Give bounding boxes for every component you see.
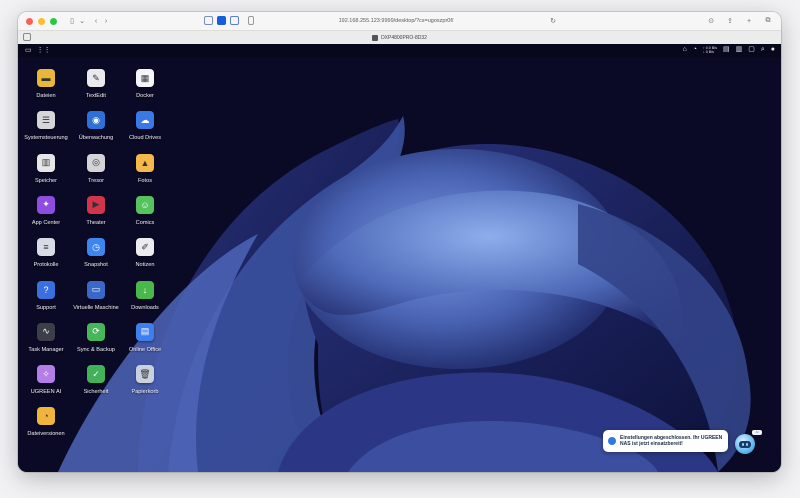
theater-icon: ▶ xyxy=(87,195,105,214)
download-speed: ↓ 0 B/s xyxy=(702,50,714,54)
tab-group-icon[interactable] xyxy=(23,33,31,41)
file-versions-icon: ◔ xyxy=(37,407,55,426)
url-text: 192.168.255.123:9999/desktop/?cs=ugoszpr… xyxy=(338,18,454,24)
sidebar-toggle-icon[interactable]: ▯ xyxy=(67,16,77,26)
download-icon[interactable]: ⊙ xyxy=(706,16,716,26)
textedit-icon: ✎ xyxy=(87,69,105,87)
user-icon[interactable]: ● xyxy=(771,46,775,54)
tabs-overview-icon[interactable]: ⧉ xyxy=(763,16,773,26)
forward-icon[interactable]: › xyxy=(101,16,111,26)
app-label: Online Office xyxy=(128,346,162,353)
cloud-drive-icon: ☁ xyxy=(136,111,154,130)
window-controls xyxy=(26,17,57,25)
app-file-versions[interactable]: ◔ Dateiversionen xyxy=(18,407,76,437)
info-icon xyxy=(608,437,616,445)
vm-icon: ▭ xyxy=(87,280,105,299)
new-tab-icon[interactable]: + xyxy=(744,16,754,26)
favicon-icon xyxy=(372,34,379,41)
app-label: Notizen xyxy=(135,262,155,269)
close-button[interactable] xyxy=(26,17,33,25)
chevron-down-icon[interactable]: ⌄ xyxy=(77,16,87,26)
snapshot-icon: ◷ xyxy=(87,238,105,257)
app-grid-icon[interactable]: ⋮⋮ xyxy=(37,47,51,55)
reload-icon[interactable]: ↻ xyxy=(548,16,558,26)
control-panel-icon: ☰ xyxy=(37,111,55,130)
network-speed: ↑ 0.0 B/s ↓ 0 B/s xyxy=(703,46,717,54)
app-label: Papierkorb xyxy=(131,389,159,396)
app-comics[interactable]: ☺ Comics xyxy=(115,195,175,226)
app-label: Cloud Drives xyxy=(128,135,162,142)
app-cloud-drive[interactable]: ☁ Cloud Drives xyxy=(115,111,175,141)
camera-icon: ◉ xyxy=(87,111,105,130)
notification-toast[interactable]: Einstellungen abgeschlossen. Ihr UGREEN … xyxy=(603,430,728,452)
app-online-office[interactable]: ▤ Online Office xyxy=(115,322,175,353)
storage-icon: ▥ xyxy=(37,153,55,172)
browser-toolbar: ▯ ⌄ ‹ › 192.168.255.123:9999/desktop/?cs… xyxy=(18,12,781,30)
photos-icon: ▲ xyxy=(136,153,154,172)
logs-icon: ≡ xyxy=(37,238,55,257)
support-icon: ? xyxy=(37,280,55,299)
nas-top-bar: ▭ ⋮⋮ ⌂ ◔ ↑ 0.0 B/s ↓ 0 B/s ▤ ▥ ▢ ⌕ ● xyxy=(18,44,781,57)
app-docker[interactable]: ▦ Docker xyxy=(115,69,175,99)
nas-desktop: ▭ ⋮⋮ ⌂ ◔ ↑ 0.0 B/s ↓ 0 B/s ▤ ▥ ▢ ⌕ ● ▬ Da… xyxy=(18,44,781,472)
app-label: Dateiversionen xyxy=(27,431,65,438)
app-center-icon: ✦ xyxy=(37,195,55,214)
task-icon[interactable]: ▥ xyxy=(736,46,743,54)
downloads-icon: ↓ xyxy=(136,280,154,299)
network-icon[interactable]: ◔ xyxy=(693,46,697,54)
share-icon[interactable]: ⇪ xyxy=(725,16,735,26)
widgets-icon[interactable]: ▤ xyxy=(723,46,730,54)
task-manager-icon: ∿ xyxy=(37,322,55,341)
sync-backup-icon: ⟳ xyxy=(87,322,105,341)
app-trash[interactable]: 🗑 Papierkorb xyxy=(115,365,175,395)
app-label: Fotos xyxy=(138,177,152,184)
comics-icon: ☺ xyxy=(136,195,154,214)
security-icon: ✓ xyxy=(87,365,105,384)
assistant-robot-icon[interactable] xyxy=(735,434,755,454)
maximize-button[interactable] xyxy=(50,17,57,25)
app-label: Comics xyxy=(135,219,155,226)
upload-status-icon[interactable]: ⌂ xyxy=(683,46,687,54)
notification-icon[interactable]: ▢ xyxy=(748,46,755,54)
trash-icon: 🗑 xyxy=(136,365,154,384)
notes-icon: ✐ xyxy=(136,238,154,257)
tab-bar: DXP4800PRO-8D32 xyxy=(18,30,781,45)
app-photos[interactable]: ▲ Fotos xyxy=(115,153,175,184)
docker-icon: ▦ xyxy=(136,69,154,87)
app-downloads[interactable]: ↓ Downloads xyxy=(115,280,175,311)
back-icon[interactable]: ‹ xyxy=(91,16,101,26)
safe-icon: ◎ xyxy=(87,153,105,172)
address-bar[interactable]: 192.168.255.123:9999/desktop/?cs=ugoszpr… xyxy=(213,15,579,27)
app-notes[interactable]: ✐ Notizen xyxy=(115,238,175,268)
tab-title[interactable]: DXP4800PRO-8D32 xyxy=(381,35,427,41)
ugreen-ai-icon: ✧ xyxy=(37,365,55,384)
app-label: Downloads xyxy=(131,304,159,311)
online-office-icon: ▤ xyxy=(136,322,154,341)
browser-window: ▯ ⌄ ‹ › 192.168.255.123:9999/desktop/?cs… xyxy=(18,12,781,472)
extension-icon-1[interactable] xyxy=(204,16,213,25)
app-label: Docker xyxy=(136,93,154,99)
assistant-badge: AI xyxy=(752,430,762,435)
notification-text: Einstellungen abgeschlossen. Ihr UGREEN … xyxy=(620,435,723,447)
folder-icon: ▬ xyxy=(37,69,55,87)
desktop-toggle-icon[interactable]: ▭ xyxy=(25,47,32,55)
search-icon[interactable]: ⌕ xyxy=(761,46,765,54)
minimize-button[interactable] xyxy=(38,17,45,25)
